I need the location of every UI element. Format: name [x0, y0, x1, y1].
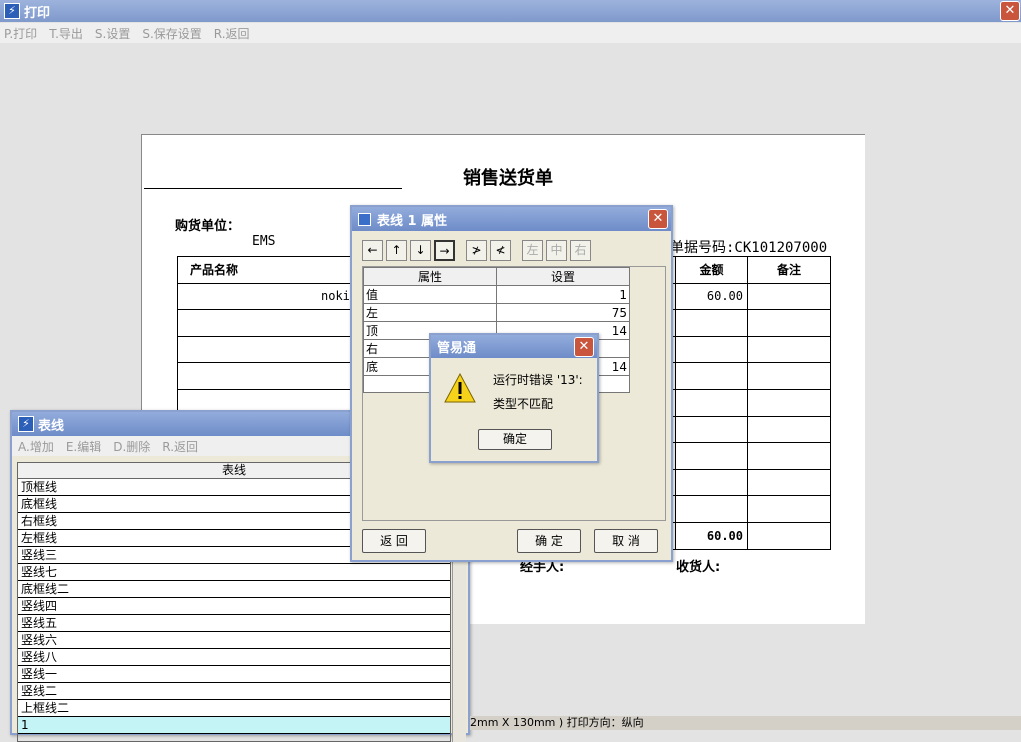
app-icon: ⚡ [4, 3, 20, 19]
line-list-title: 表线 [38, 418, 65, 434]
extend-button[interactable]: ≯ [466, 240, 487, 261]
ok-button[interactable]: 确 定 [517, 529, 581, 553]
warning-icon [444, 373, 476, 403]
list-item[interactable]: 上框线二 [18, 700, 450, 717]
move-left-button[interactable]: ← [362, 240, 383, 261]
alert-title: 管易通 [437, 341, 477, 356]
status-text: 2mm X 130mm ) 打印方向：纵向 [470, 716, 644, 729]
move-down-button[interactable]: ↓ [410, 240, 431, 261]
header-attr: 属性 [363, 267, 497, 286]
header-remark: 备注 [747, 256, 831, 284]
document-number: 单据号码:CK101207000 [670, 240, 828, 256]
property-row[interactable]: 值 1 [363, 285, 630, 304]
header-setting: 设置 [496, 267, 630, 286]
top-divider-line [144, 188, 402, 189]
list-item-selected[interactable]: 1 [18, 717, 450, 734]
shrink-button[interactable]: ≮ [490, 240, 511, 261]
property-dialog-titlebar: 表线 1 属性 ✕ [352, 207, 671, 231]
row1-amount: 60.00 [675, 282, 748, 311]
move-up-button[interactable]: ↑ [386, 240, 407, 261]
menu-add[interactable]: A.增加 [18, 438, 54, 455]
buyer-value: EMS [252, 234, 276, 249]
menu-edit[interactable]: E.编辑 [66, 438, 101, 455]
menu-settings[interactable]: S.设置 [95, 25, 130, 42]
document-title: 销售送货单 [463, 168, 553, 189]
menu-return[interactable]: R.返回 [162, 438, 198, 455]
move-right-button[interactable]: → [434, 240, 455, 261]
property-dialog-close-button[interactable]: ✕ [648, 209, 668, 229]
menu-save-settings[interactable]: S.保存设置 [142, 25, 201, 42]
header-amount: 金额 [675, 256, 748, 284]
floppy-icon [358, 212, 371, 226]
list-item[interactable]: 底框线二 [18, 581, 450, 598]
window-titlebar: ⚡ 打印 ✕ [0, 0, 1021, 22]
app-icon: ⚡ [18, 416, 34, 432]
list-item[interactable]: 竖线八 [18, 649, 450, 666]
list-item[interactable]: 竖线四 [18, 598, 450, 615]
total-amount: 60.00 [675, 521, 748, 550]
alert-message-line2: 类型不匹配 [493, 397, 554, 411]
align-center-button[interactable]: 中 [546, 240, 567, 261]
alert-ok-button[interactable]: 确定 [478, 429, 552, 450]
back-button[interactable]: 返 回 [362, 529, 426, 553]
alert-titlebar: 管易通 ✕ [431, 335, 597, 358]
align-right-button[interactable]: 右 [570, 240, 591, 261]
status-bar: 2mm X 130mm ) 打印方向：纵向 [470, 716, 1021, 730]
row1-remark [747, 282, 831, 311]
receiver-label: 收货人: [676, 560, 721, 575]
list-item[interactable]: 竖线一 [18, 666, 450, 683]
error-alert-dialog: 管易通 ✕ 运行时错误 '13': 类型不匹配 确定 [429, 333, 599, 463]
window-title: 打印 [24, 5, 51, 21]
list-item[interactable]: 竖线七 [18, 564, 450, 581]
menu-print[interactable]: P.打印 [4, 25, 37, 42]
list-item[interactable]: 竖线六 [18, 632, 450, 649]
alert-message-line1: 运行时错误 '13': [493, 373, 583, 387]
property-row[interactable]: 左 75 [363, 303, 630, 322]
property-dialog-title: 表线 1 属性 [377, 213, 448, 229]
alert-close-button[interactable]: ✕ [574, 337, 594, 357]
menu-export[interactable]: T.导出 [49, 25, 83, 42]
align-toolbar: ← ↑ ↓ → ≯ ≮ 左 中 右 [362, 240, 662, 262]
buyer-label: 购货单位： [175, 219, 241, 234]
align-left-button[interactable]: 左 [522, 240, 543, 261]
window-close-button[interactable]: ✕ [1000, 1, 1020, 21]
list-item[interactable]: 竖线五 [18, 615, 450, 632]
menu-delete[interactable]: D.删除 [113, 438, 150, 455]
cancel-button[interactable]: 取 消 [594, 529, 658, 553]
menubar: P.打印 T.导出 S.设置 S.保存设置 R.返回 [0, 23, 1021, 43]
menu-return[interactable]: R.返回 [214, 25, 250, 42]
list-item[interactable]: 竖线二 [18, 683, 450, 700]
